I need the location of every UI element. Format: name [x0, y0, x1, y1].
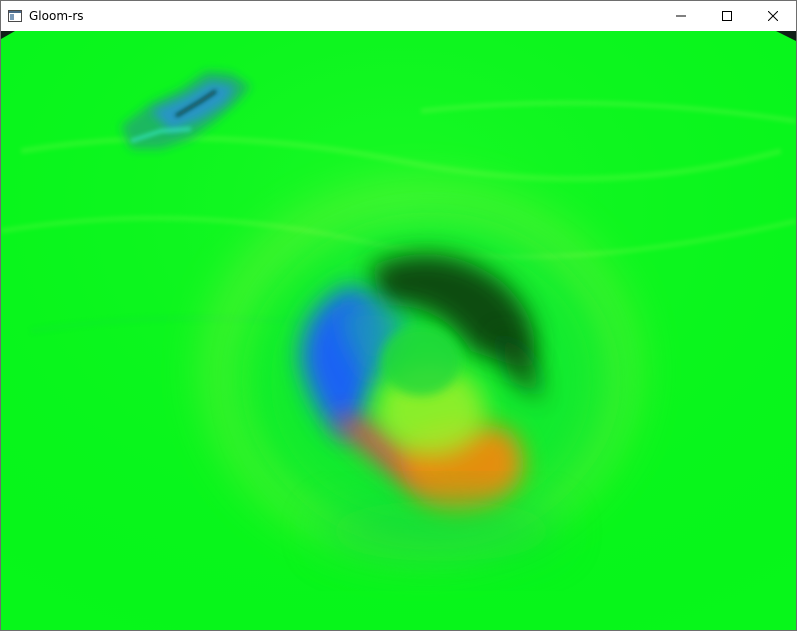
- application-window: Gloom-rs: [0, 0, 797, 631]
- close-button[interactable]: [750, 1, 796, 31]
- maximize-button[interactable]: [704, 1, 750, 31]
- maximize-icon: [722, 11, 732, 21]
- title-bar[interactable]: Gloom-rs: [1, 1, 796, 31]
- render-viewport[interactable]: [1, 31, 796, 630]
- app-window-icon: [7, 8, 23, 24]
- minimize-button[interactable]: [658, 1, 704, 31]
- window-title: Gloom-rs: [29, 9, 84, 23]
- terrain-scene: [1, 31, 796, 630]
- window-controls: [658, 1, 796, 31]
- close-icon: [768, 11, 778, 21]
- minimize-icon: [676, 15, 686, 17]
